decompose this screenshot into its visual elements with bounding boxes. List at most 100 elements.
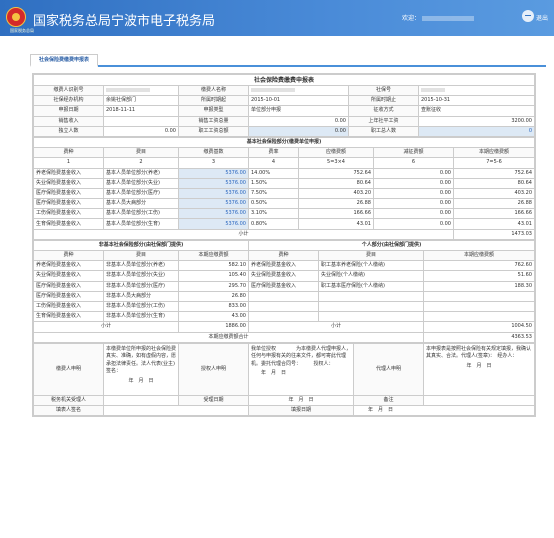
basic-col-number: 7=5-6: [453, 157, 535, 169]
table-cell: 43.01: [453, 218, 535, 230]
sales-wage-value: 0.00: [248, 115, 349, 127]
agency-value: 余姚社保部门: [103, 95, 179, 107]
basic-col-number: 5=3×4: [298, 157, 374, 169]
table-cell: 403.20: [298, 187, 374, 200]
site-title: 国家税务总局宁波市电子税务局: [33, 14, 216, 29]
table-cell: 养老保险费基金收入: [33, 167, 104, 179]
contribution-base-input[interactable]: 5376.00: [178, 177, 249, 189]
tax-bureau-logo-icon: [6, 7, 26, 27]
table-cell: 职工基本养老保险(个人缴纳): [318, 260, 424, 272]
table-row: 生育保险费基金收入 基本人员单位部分(生育) 5376.00 0.80% 43.01 0.…: [33, 218, 535, 230]
table-cell: 26.80: [178, 290, 249, 302]
taxpayer-declaration-text: 本缴费单位所申报的社会保险费真实、准确，如有虚假内容，愿承担法律责任。法人代表(…: [103, 342, 179, 396]
logout-link[interactable]: 退出: [536, 13, 548, 22]
non-basic-table: 非基本社会保险部分(由社保部门提供) 个人部分(由社保部门提供) 费种 费目 本期应缴…: [33, 239, 535, 343]
authorizer-declaration-label: 授权人申明: [178, 342, 249, 396]
table-cell: 80.64: [298, 177, 374, 189]
total-wage-input[interactable]: 0.00: [248, 125, 349, 137]
table-cell: 7.50%: [248, 187, 299, 200]
table-row: 工伤保险费基金收入 非基本人员单位部分(工伤) 833.00: [33, 300, 535, 313]
fill-date-value: 年 月 日: [353, 404, 535, 417]
table-row: 养老保险费基金收入 基本人员单位部分(养老) 5376.00 14.00% 752.64…: [33, 167, 535, 179]
table-cell: 80.64: [453, 177, 535, 189]
basic-col-header: 本期应缴费额: [453, 147, 535, 159]
table-cell: 医疗保险费基金收入: [33, 198, 104, 210]
agent-declaration-label: 代理人申明: [353, 342, 424, 396]
table-cell: 基本人员单位部分(养老): [103, 167, 179, 179]
contribution-base-input[interactable]: 5376.00: [178, 218, 249, 230]
table-cell: 0.80%: [248, 218, 299, 230]
table-cell: [248, 311, 319, 323]
basic-col-header: 费率: [248, 147, 299, 159]
remark-value: [423, 394, 535, 406]
table-cell: 失业保险(个人缴纳): [318, 270, 424, 282]
table-cell: 基本人员单位部分(失业): [103, 177, 179, 189]
label-avg-wage: 上年社平工资: [348, 115, 419, 127]
label-sales-income: 销售收入: [33, 115, 104, 127]
filler-sign-label: 填表人签名: [33, 404, 104, 417]
basic-insurance-table: 基本社会保险部分(缴费单位申报) 费种 费目 缴费基数 费率 应缴费额 减征费额 本期应缴费…: [33, 136, 535, 240]
table-cell: 582.10: [178, 260, 249, 272]
basic-section-title: 基本社会保险部分(缴费单位申报): [33, 136, 535, 149]
receive-date-label: 受理日期: [178, 394, 249, 406]
table-cell: 基本人员单位部分(医疗): [103, 187, 179, 200]
table-cell: 失业保险费基金收入: [248, 270, 319, 282]
table-cell: 工伤保险费基金收入: [33, 208, 104, 220]
home-icon[interactable]: [522, 10, 534, 22]
basic-subtotal-label: 小计: [33, 228, 454, 240]
basic-col-header: 应缴费额: [298, 147, 374, 159]
contribution-base-input[interactable]: 5376.00: [178, 208, 249, 220]
basic-col-number: 3: [178, 157, 249, 169]
total-staff-input[interactable]: 0: [418, 125, 535, 137]
table-row: 养老保险费基金收入 非基本人员单位部分(养老) 582.10 养老保险费基金收入 职工基…: [33, 260, 535, 272]
table-cell: [423, 311, 535, 323]
table-cell: 762.60: [423, 260, 535, 272]
table-cell: 43.00: [178, 311, 249, 323]
table-cell: 26.88: [298, 198, 374, 210]
table-cell: 0.00: [373, 177, 454, 189]
table-row: 工伤保险费基金收入 基本人员单位部分(工伤) 5376.00 3.10% 166.66 0…: [33, 208, 535, 220]
tab-bar: 社会保险费缴费申报表: [30, 53, 546, 67]
total-value: 4363.53: [423, 331, 535, 343]
table-cell: 51.60: [423, 270, 535, 282]
table-cell: 752.64: [298, 167, 374, 179]
form-title: 社会保险费缴费申报表: [33, 74, 535, 86]
period-end-value: 2015-10-31: [418, 95, 535, 107]
form-header-table: 社会保险费缴费申报表 缴费人识别号 缴费人名称 社保号 社保经办机构 余姚社保部门…: [33, 74, 535, 137]
personal-subtotal-value: 1004.50: [423, 321, 535, 333]
collect-method-value: 查账征收: [418, 105, 535, 117]
label-agency: 社保经办机构: [33, 95, 104, 107]
tab-social-insurance-form[interactable]: 社会保险费缴费申报表: [30, 54, 99, 67]
personal-section-title: 个人部分(由社保部门提供): [248, 239, 535, 252]
remark-label: 备注: [353, 394, 424, 406]
label-declare-date: 申报日期: [33, 105, 104, 117]
filler-sign-value: [103, 404, 249, 417]
table-cell: 0.00: [373, 167, 454, 179]
contribution-base-input[interactable]: 5376.00: [178, 167, 249, 179]
non-basic-col-header: 本期应缴费额: [423, 249, 535, 262]
table-cell: 非基本人员单位部分(医疗): [103, 280, 179, 292]
sales-income-value: [103, 115, 179, 127]
receive-date-value: 年 月 日: [248, 394, 354, 406]
table-cell: 43.01: [298, 218, 374, 230]
table-cell: 医疗保险费基金收入: [248, 280, 319, 292]
table-cell: 833.00: [178, 300, 249, 313]
label-total-wage: 职工工资总额: [178, 125, 249, 137]
table-cell: 188.30: [423, 280, 535, 292]
contribution-base-input[interactable]: 5376.00: [178, 198, 249, 210]
table-cell: [318, 300, 424, 313]
table-cell: 752.64: [453, 167, 535, 179]
table-cell: [318, 290, 424, 302]
table-cell: 医疗保险费基金收入: [33, 290, 104, 302]
authorizer-declaration-text: 我单位授权 为本缴费人代理申报人，任何与申报有关的往来文件，都可寄此代理机。委托…: [248, 342, 354, 396]
label-insurance-no: 社保号: [348, 84, 419, 97]
table-cell: 0.00: [373, 208, 454, 220]
contribution-base-input[interactable]: 5376.00: [178, 187, 249, 200]
taxpayer-id-value: [103, 84, 179, 97]
basic-col-header: 费种: [33, 147, 104, 159]
logo-caption: 国家税务总局: [10, 28, 34, 33]
table-row: 失业保险费基金收入 非基本人员单位部分(失业) 105.40 失业保险费基金收入 失业保…: [33, 270, 535, 282]
basic-col-header: 减征费额: [373, 147, 454, 159]
table-cell: [423, 300, 535, 313]
non-basic-col-header: 费种: [33, 249, 104, 262]
